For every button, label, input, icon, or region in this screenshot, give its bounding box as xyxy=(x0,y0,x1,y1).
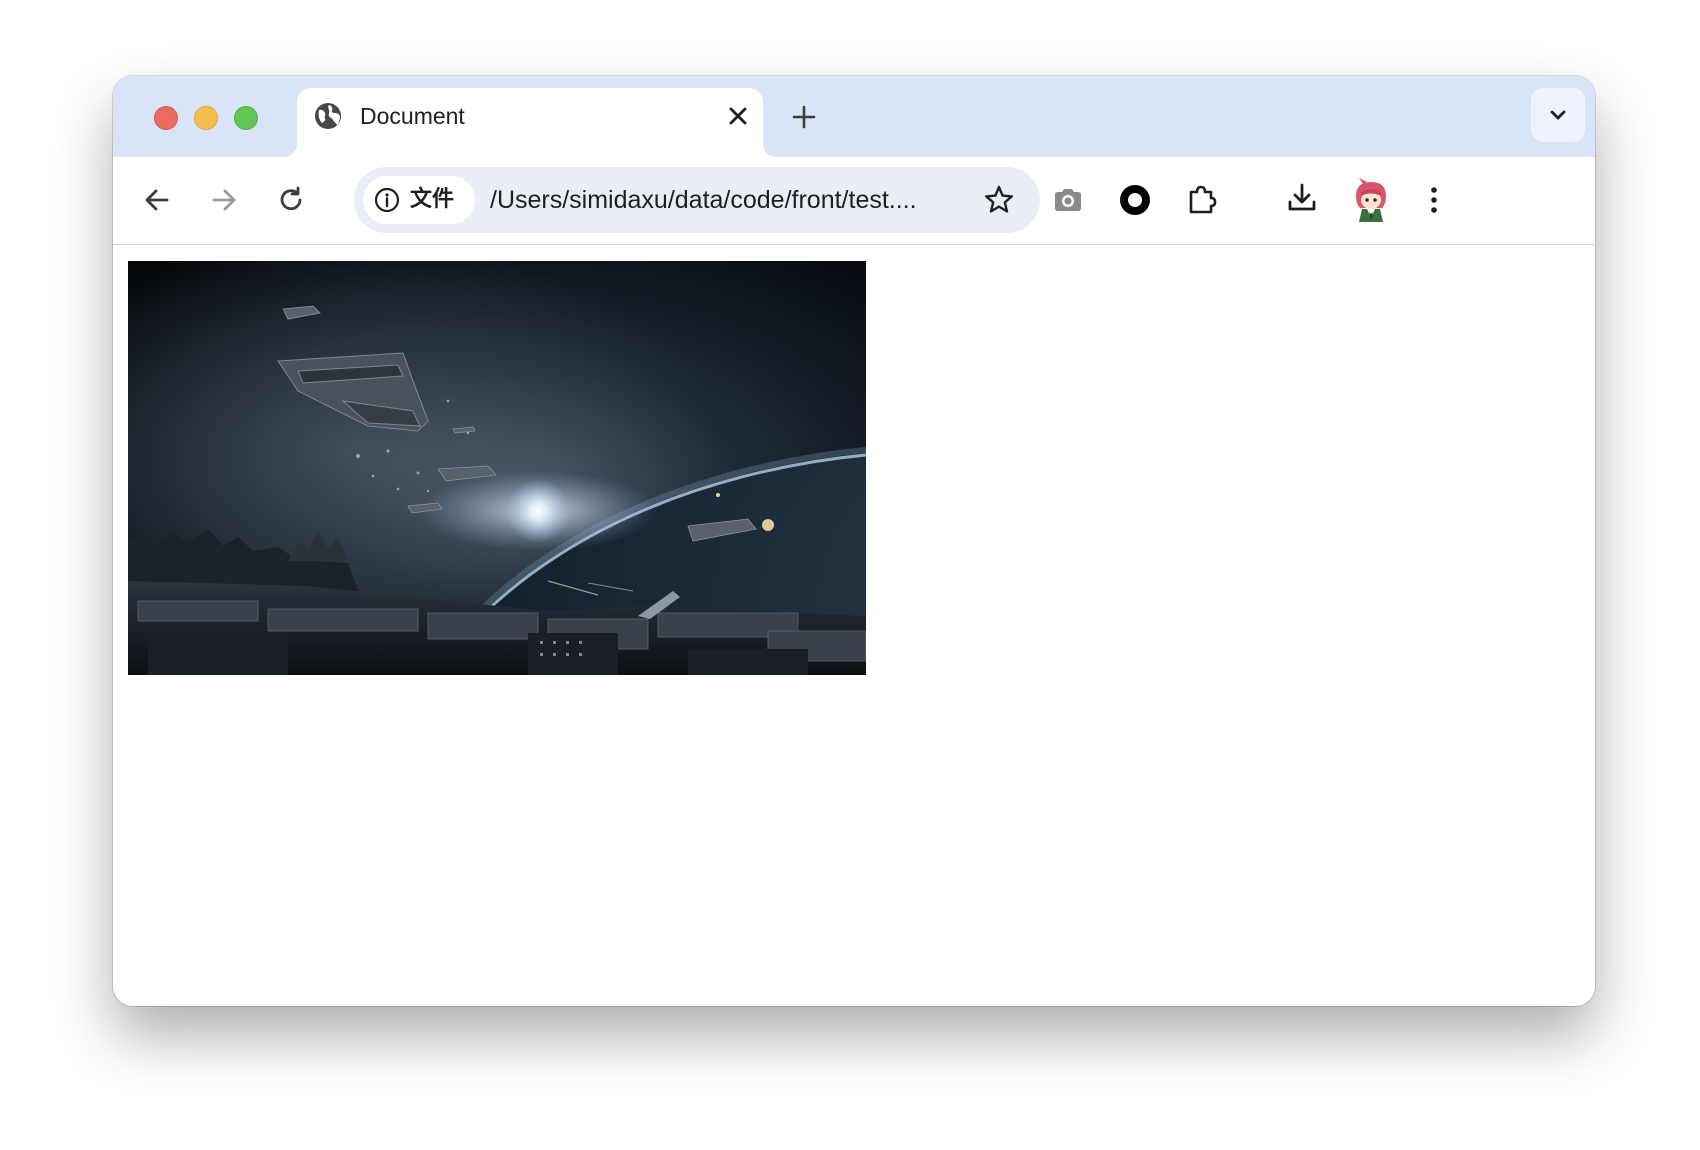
star-icon[interactable] xyxy=(982,183,1016,217)
puzzle-icon[interactable] xyxy=(1185,183,1219,217)
reload-icon[interactable] xyxy=(274,183,308,217)
navigation-toolbar: 文件 /Users/simidaxu/data/code/front/test.… xyxy=(113,157,1595,245)
back-arrow-icon[interactable] xyxy=(140,183,174,217)
tab-strip: Document xyxy=(113,76,1595,157)
chevron-down-icon xyxy=(1550,110,1566,120)
address-bar[interactable]: 文件 /Users/simidaxu/data/code/front/test.… xyxy=(354,167,1040,233)
camera-icon[interactable] xyxy=(1051,183,1085,217)
window-minimize-button[interactable] xyxy=(194,106,218,130)
tab-document[interactable]: Document xyxy=(283,88,777,157)
site-info-chip[interactable]: 文件 xyxy=(363,176,475,224)
window-close-button[interactable] xyxy=(154,106,178,130)
kebab-menu-icon[interactable] xyxy=(1417,183,1451,217)
avatar-icon[interactable] xyxy=(1345,174,1397,226)
record-circle-icon[interactable] xyxy=(1118,183,1152,217)
tab-search-button[interactable] xyxy=(1531,88,1585,142)
download-icon[interactable] xyxy=(1285,181,1319,215)
close-icon[interactable] xyxy=(725,103,751,129)
page-content xyxy=(113,245,1595,1006)
window-maximize-button[interactable] xyxy=(234,106,258,130)
space-scene-image xyxy=(128,261,866,675)
site-info-label: 文件 xyxy=(410,187,455,212)
url-text[interactable]: /Users/simidaxu/data/code/front/test.... xyxy=(490,184,968,216)
tab-title: Document xyxy=(360,103,465,129)
info-icon xyxy=(374,187,400,213)
browser-window: Document 文件 /Users/simidaxu/data/code/fr… xyxy=(113,76,1595,1006)
globe-icon xyxy=(315,103,341,129)
plus-icon[interactable] xyxy=(789,102,819,132)
forward-arrow-icon[interactable] xyxy=(207,183,241,217)
